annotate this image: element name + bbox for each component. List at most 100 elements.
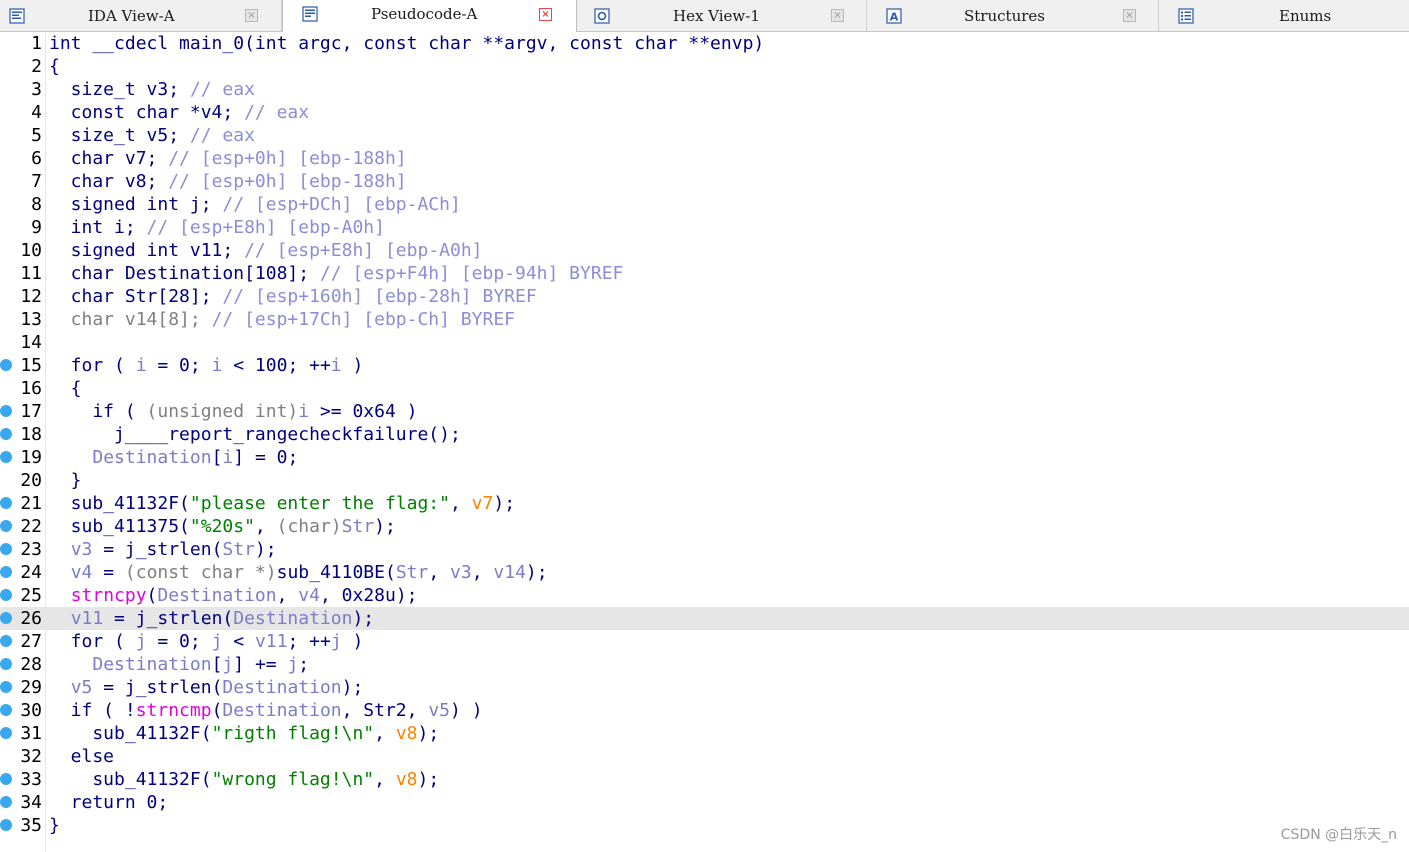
- tab-hex-view-1[interactable]: Hex View-1 ×: [577, 0, 867, 31]
- breakpoint-dot-icon[interactable]: [0, 819, 12, 831]
- code-line[interactable]: 20 }: [0, 469, 1409, 492]
- code-line[interactable]: 16 {: [0, 377, 1409, 400]
- code-text[interactable]: signed int j; // [esp+DCh] [ebp-ACh]: [49, 193, 461, 216]
- code-text[interactable]: sub_411375("%20s", (char)Str);: [49, 515, 396, 538]
- code-text[interactable]: size_t v3; // eax: [49, 78, 255, 101]
- code-line[interactable]: 15 for ( i = 0; i < 100; ++i ): [0, 354, 1409, 377]
- code-text[interactable]: char Str[28]; // [esp+160h] [ebp-28h] BY…: [49, 285, 537, 308]
- code-line[interactable]: 28 Destination[j] += j;: [0, 653, 1409, 676]
- breakpoint-dot-icon[interactable]: [0, 543, 12, 555]
- code-text[interactable]: v3 = j_strlen(Str);: [49, 538, 277, 561]
- code-text[interactable]: Destination[i] = 0;: [49, 446, 298, 469]
- watermark: CSDN @白乐天_n: [1280, 827, 1397, 843]
- code-text[interactable]: for ( j = 0; j < v11; ++j ): [49, 630, 364, 653]
- code-line[interactable]: 26 v11 = j_strlen(Destination);: [0, 607, 1409, 630]
- code-line[interactable]: 25 strncpy(Destination, v4, 0x28u);: [0, 584, 1409, 607]
- breakpoint-dot-icon[interactable]: [0, 589, 12, 601]
- code-line[interactable]: 3 size_t v3; // eax: [0, 78, 1409, 101]
- code-text[interactable]: j____report_rangecheckfailure();: [49, 423, 461, 446]
- code-line[interactable]: 24 v4 = (const char *)sub_4110BE(Str, v3…: [0, 561, 1409, 584]
- breakpoint-dot-icon[interactable]: [0, 773, 12, 785]
- code-text[interactable]: if ( !strncmp(Destination, Str2, v5) ): [49, 699, 483, 722]
- breakpoint-dot-icon[interactable]: [0, 658, 12, 670]
- code-line[interactable]: 21 sub_41132F("please enter the flag:", …: [0, 492, 1409, 515]
- code-line[interactable]: 7 char v8; // [esp+0h] [ebp-188h]: [0, 170, 1409, 193]
- breakpoint-dot-icon[interactable]: [0, 497, 12, 509]
- code-line[interactable]: 34 return 0;: [0, 791, 1409, 814]
- code-text[interactable]: char v8; // [esp+0h] [ebp-188h]: [49, 170, 407, 193]
- breakpoint-dot-icon[interactable]: [0, 612, 12, 624]
- code-line[interactable]: 19 Destination[i] = 0;: [0, 446, 1409, 469]
- code-text[interactable]: {: [49, 55, 60, 78]
- code-text[interactable]: const char *v4; // eax: [49, 101, 309, 124]
- code-text[interactable]: strncpy(Destination, v4, 0x28u);: [49, 584, 418, 607]
- code-text[interactable]: int i; // [esp+E8h] [ebp-A0h]: [49, 216, 385, 239]
- code-line[interactable]: 29 v5 = j_strlen(Destination);: [0, 676, 1409, 699]
- breakpoint-dot-icon[interactable]: [0, 405, 12, 417]
- code-text[interactable]: for ( i = 0; i < 100; ++i ): [49, 354, 364, 377]
- close-icon[interactable]: ×: [245, 9, 258, 22]
- code-line[interactable]: 32 else: [0, 745, 1409, 768]
- code-line[interactable]: 14: [0, 331, 1409, 354]
- code-line[interactable]: 1 int __cdecl main_0(int argc, const char…: [0, 32, 1409, 55]
- code-line[interactable]: 22 sub_411375("%20s", (char)Str);: [0, 515, 1409, 538]
- code-line[interactable]: 17 if ( (unsigned int)i >= 0x64 ): [0, 400, 1409, 423]
- code-text[interactable]: return 0;: [49, 791, 169, 814]
- breakpoint-dot-icon[interactable]: [0, 796, 12, 808]
- code-token: sub_411375(: [49, 516, 190, 537]
- code-line[interactable]: 23 v3 = j_strlen(Str);: [0, 538, 1409, 561]
- code-text[interactable]: }: [49, 469, 82, 492]
- breakpoint-dot-icon[interactable]: [0, 566, 12, 578]
- code-line[interactable]: 30 if ( !strncmp(Destination, Str2, v5) …: [0, 699, 1409, 722]
- code-text[interactable]: v4 = (const char *)sub_4110BE(Str, v3, v…: [49, 561, 548, 584]
- close-icon[interactable]: ×: [539, 8, 552, 21]
- close-icon[interactable]: ×: [831, 9, 844, 22]
- close-icon[interactable]: ×: [1123, 9, 1136, 22]
- code-line[interactable]: 9 int i; // [esp+E8h] [ebp-A0h]: [0, 216, 1409, 239]
- code-text[interactable]: {: [49, 377, 82, 400]
- code-text[interactable]: sub_41132F("please enter the flag:", v7)…: [49, 492, 515, 515]
- tab-pseudocode-a[interactable]: Pseudocode-A ×: [282, 0, 577, 32]
- code-text[interactable]: v5 = j_strlen(Destination);: [49, 676, 364, 699]
- tab-enums[interactable]: Enums: [1159, 0, 1409, 31]
- code-line[interactable]: 4 const char *v4; // eax: [0, 101, 1409, 124]
- code-text[interactable]: size_t v5; // eax: [49, 124, 255, 147]
- code-line[interactable]: 8 signed int j; // [esp+DCh] [ebp-ACh]: [0, 193, 1409, 216]
- code-line[interactable]: 2{: [0, 55, 1409, 78]
- code-text[interactable]: sub_41132F("wrong flag!\n", v8);: [49, 768, 439, 791]
- breakpoint-dot-icon[interactable]: [0, 681, 12, 693]
- code-line[interactable]: 10 signed int v11; // [esp+E8h] [ebp-A0h…: [0, 239, 1409, 262]
- breakpoint-dot-icon[interactable]: [0, 359, 12, 371]
- code-text[interactable]: sub_41132F("rigth flag!\n", v8);: [49, 722, 439, 745]
- breakpoint-dot-icon[interactable]: [0, 428, 12, 440]
- breakpoint-dot-icon[interactable]: [0, 727, 12, 739]
- tab-ida-view-a[interactable]: IDA View-A ×: [0, 0, 282, 31]
- code-line[interactable]: 13 char v14[8]; // [esp+17Ch] [ebp-Ch] B…: [0, 308, 1409, 331]
- breakpoint-dot-icon[interactable]: [0, 520, 12, 532]
- code-text[interactable]: else: [49, 745, 114, 768]
- pseudocode-editor[interactable]: 1 int __cdecl main_0(int argc, const char…: [0, 32, 1409, 852]
- code-text[interactable]: v11 = j_strlen(Destination);: [49, 607, 374, 630]
- code-text[interactable]: Destination[j] += j;: [49, 653, 309, 676]
- code-token: i: [298, 401, 310, 422]
- code-line[interactable]: 31 sub_41132F("rigth flag!\n", v8);: [0, 722, 1409, 745]
- tab-structures[interactable]: A Structures ×: [867, 0, 1159, 31]
- code-line[interactable]: 11 char Destination[108]; // [esp+F4h] […: [0, 262, 1409, 285]
- code-text[interactable]: signed int v11; // [esp+E8h] [ebp-A0h]: [49, 239, 483, 262]
- code-line[interactable]: 5 size_t v5; // eax: [0, 124, 1409, 147]
- code-text[interactable]: char Destination[108]; // [esp+F4h] [ebp…: [49, 262, 624, 285]
- code-text[interactable]: if ( (unsigned int)i >= 0x64 ): [49, 400, 417, 423]
- code-text[interactable]: char v7; // [esp+0h] [ebp-188h]: [49, 147, 407, 170]
- code-text[interactable]: int __cdecl main_0(int argc, const char …: [49, 32, 764, 55]
- breakpoint-dot-icon[interactable]: [0, 451, 12, 463]
- code-line[interactable]: 6 char v7; // [esp+0h] [ebp-188h]: [0, 147, 1409, 170]
- breakpoint-dot-icon[interactable]: [0, 704, 12, 716]
- code-text[interactable]: }: [49, 814, 60, 837]
- code-line[interactable]: 18 j____report_rangecheckfailure();: [0, 423, 1409, 446]
- code-line[interactable]: 12 char Str[28]; // [esp+160h] [ebp-28h]…: [0, 285, 1409, 308]
- breakpoint-dot-icon[interactable]: [0, 635, 12, 647]
- code-text[interactable]: char v14[8]; // [esp+17Ch] [ebp-Ch] BYRE…: [49, 308, 515, 331]
- code-line[interactable]: 27 for ( j = 0; j < v11; ++j ): [0, 630, 1409, 653]
- code-line[interactable]: 35}: [0, 814, 1409, 837]
- code-line[interactable]: 33 sub_41132F("wrong flag!\n", v8);: [0, 768, 1409, 791]
